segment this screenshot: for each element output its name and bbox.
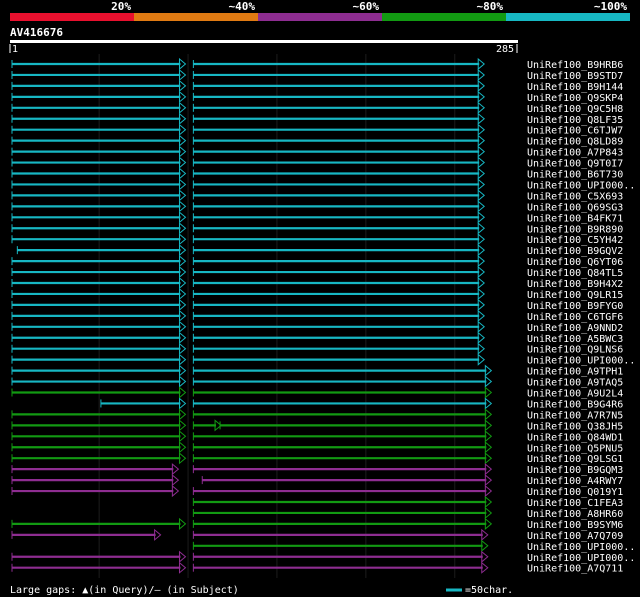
hit-name-link[interactable]: UniRef100_A7P843 <box>527 148 623 159</box>
hit-name-link[interactable]: UniRef100_A5BWC3 <box>527 334 623 345</box>
scale-segment-1 <box>10 13 134 21</box>
scale-label-3: ~60% <box>353 0 380 13</box>
scale-label-5: ~100% <box>594 0 627 13</box>
hit-name-link[interactable]: UniRef100_B6T730 <box>527 170 623 181</box>
hit-name-link[interactable]: UniRef100_C5X693 <box>527 191 623 202</box>
hit-name-link[interactable]: UniRef100_C6TJW7 <box>527 126 623 137</box>
hit-name-link[interactable]: UniRef100_Q6YT06 <box>527 257 623 268</box>
hit-name-link[interactable]: UniRef100_UPI000.. <box>527 553 635 564</box>
hit-name-link[interactable]: UniRef100_C1FEA3 <box>527 498 623 509</box>
scale-label-1: 20% <box>111 0 131 13</box>
hit-name-link[interactable]: UniRef100_B4FK71 <box>527 213 623 224</box>
hit-name-link[interactable]: UniRef100_B9H144 <box>527 82 623 93</box>
hit-name-link[interactable]: UniRef100_B9GQM3 <box>527 465 623 476</box>
hit-name-link[interactable]: UniRef100_A7Q709 <box>527 531 623 542</box>
hit-name-link[interactable]: UniRef100_B9GQV2 <box>527 246 623 257</box>
hit-name-link[interactable]: UniRef100_B9FYG0 <box>527 301 623 312</box>
hit-name-link[interactable]: UniRef100_A7Q711 <box>527 564 623 575</box>
scale-segment-3 <box>258 13 382 21</box>
hit-name-link[interactable]: UniRef100_Q9C5H8 <box>527 104 623 115</box>
hit-name-link[interactable]: UniRef100_UPI000.. <box>527 180 635 191</box>
query-end-label: 285 <box>496 44 514 55</box>
hit-name-link[interactable]: UniRef100_UPI000.. <box>527 356 635 367</box>
hit-name-link[interactable]: UniRef100_A9TPH1 <box>527 367 623 378</box>
hit-name-link[interactable]: UniRef100_Q8LD89 <box>527 137 623 148</box>
hit-name-link[interactable]: UniRef100_Q019Y1 <box>527 487 623 498</box>
hit-name-link[interactable]: UniRef100_B9HRB6 <box>527 60 623 71</box>
hit-name-link[interactable]: UniRef100_B9R890 <box>527 224 623 235</box>
hit-name-link[interactable]: UniRef100_A9TAQ5 <box>527 378 623 389</box>
hit-name-link[interactable]: UniRef100_A9NND2 <box>527 323 623 334</box>
scale-label-2: ~40% <box>229 0 256 13</box>
hit-name-link[interactable]: UniRef100_B9H4X2 <box>527 279 623 290</box>
blast-alignment-view: 20% ~40% ~60% ~80% ~100% AV416676 1 285 UniR… <box>0 0 640 597</box>
hit-name-link[interactable]: UniRef100_Q5PNU5 <box>527 443 623 454</box>
query-bar <box>10 40 518 43</box>
hit-name-link[interactable]: UniRef100_Q9T0I7 <box>527 159 623 170</box>
scale-segment-4 <box>382 13 506 21</box>
hit-name-link[interactable]: UniRef100_A4RWY7 <box>527 476 623 487</box>
scale-segment-2 <box>134 13 258 21</box>
gaps-legend: Large gaps: ▲(in Query)/— (in Subject) <box>10 585 239 596</box>
hit-name-link[interactable]: UniRef100_Q9LR15 <box>527 290 623 301</box>
query-id: AV416676 <box>10 26 63 39</box>
hit-name-link[interactable]: UniRef100_A7R7N5 <box>527 410 623 421</box>
scale-legend: =50char. <box>465 585 513 596</box>
hit-name-link[interactable]: UniRef100_C5YH42 <box>527 235 623 246</box>
hit-name-link[interactable]: UniRef100_Q69SG3 <box>527 202 623 213</box>
hit-name-link[interactable]: UniRef100_C6TGF6 <box>527 312 623 323</box>
hit-name-link[interactable]: UniRef100_B9G4R6 <box>527 399 623 410</box>
hit-name-link[interactable]: UniRef100_Q9LNS6 <box>527 345 623 356</box>
hit-name-link[interactable]: UniRef100_A9U2L4 <box>527 389 623 400</box>
hit-name-link[interactable]: UniRef100_Q84TL5 <box>527 268 623 279</box>
scale-label-4: ~80% <box>477 0 504 13</box>
hit-name-link[interactable]: UniRef100_Q9SKP4 <box>527 93 623 104</box>
hit-name-link[interactable]: UniRef100_Q84WD1 <box>527 432 623 443</box>
hit-name-link[interactable]: UniRef100_B9STD7 <box>527 71 623 82</box>
hit-name-link[interactable]: UniRef100_UPI000.. <box>527 542 635 553</box>
hit-name-link[interactable]: UniRef100_Q9LSG1 <box>527 454 623 465</box>
hit-name-link[interactable]: UniRef100_A8HR60 <box>527 509 623 520</box>
scale-segment-5 <box>506 13 630 21</box>
hit-name-link[interactable]: UniRef100_Q38JH5 <box>527 421 623 432</box>
query-start-label: 1 <box>12 44 18 55</box>
hit-name-link[interactable]: UniRef100_Q8LF35 <box>527 115 623 126</box>
hit-name-link[interactable]: UniRef100_B9SYM6 <box>527 520 623 531</box>
